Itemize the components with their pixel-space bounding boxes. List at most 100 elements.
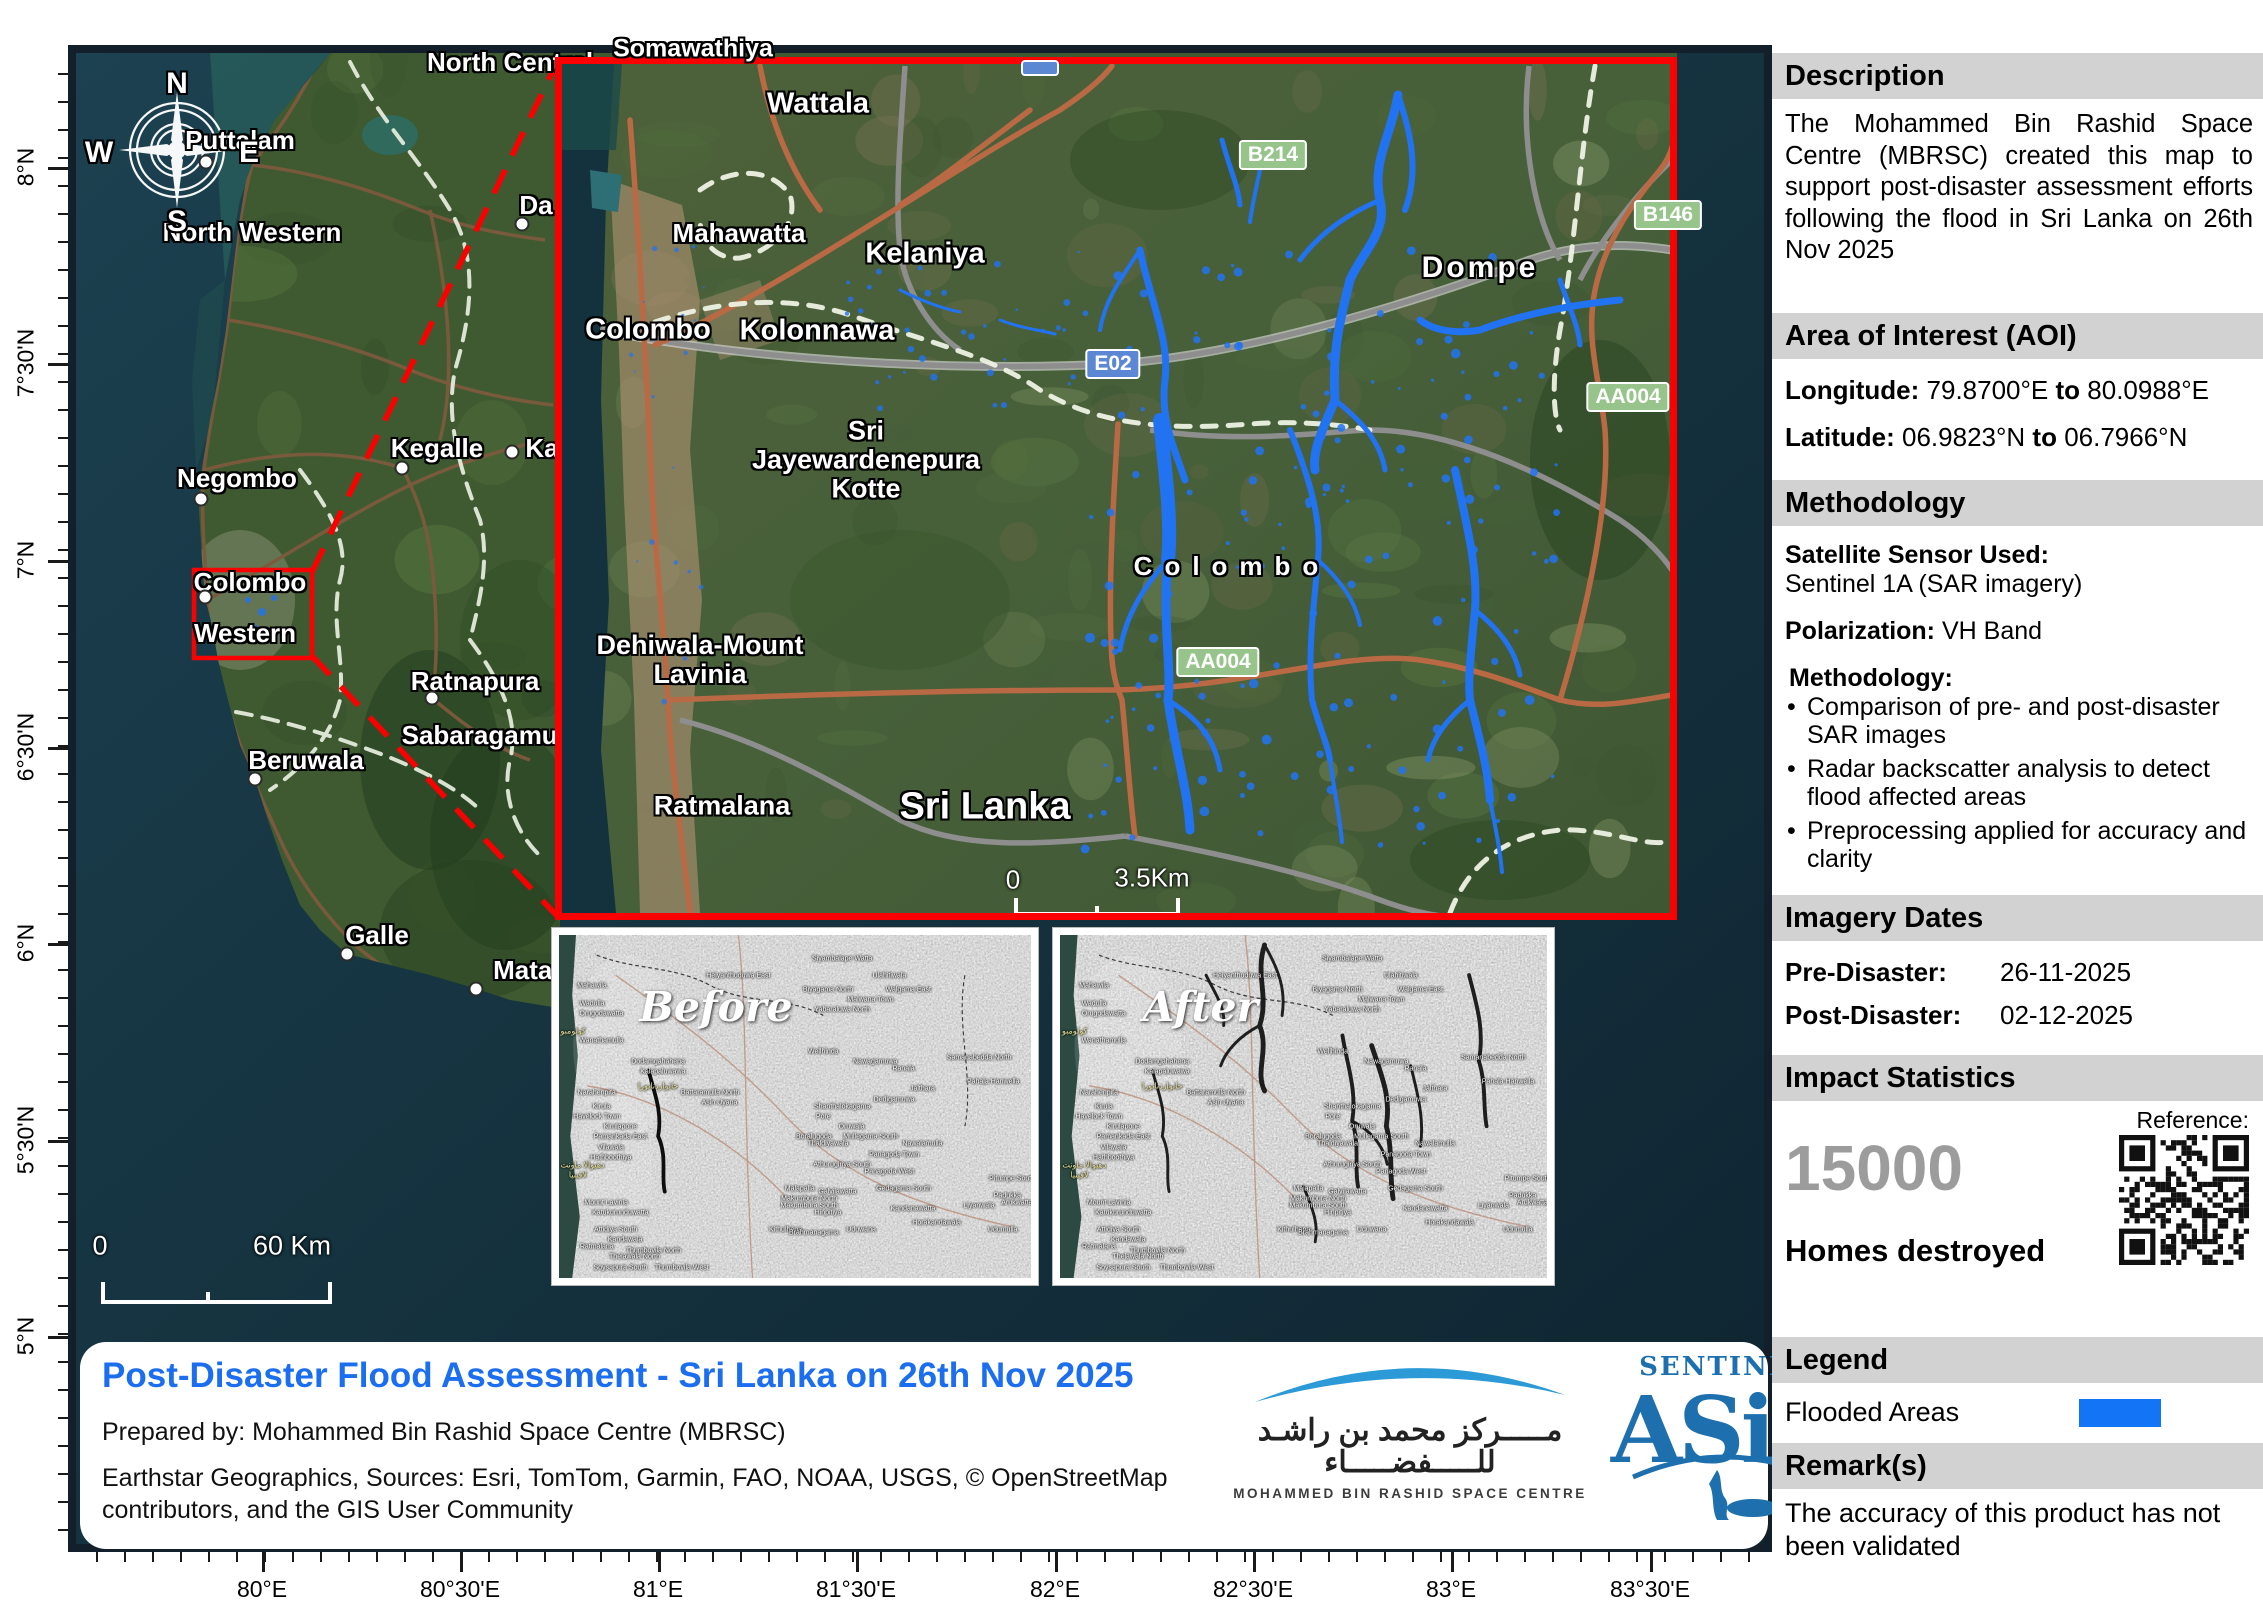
sar-place-label: Mahawila (577, 983, 607, 990)
minor-tick (516, 1552, 518, 1562)
method-label: Methodology: (1789, 664, 1953, 692)
sources-credit: Earthstar Geographics, Sources: Esri, To… (102, 1462, 1182, 1526)
sar-place-label: Battaramulla North (1187, 1089, 1245, 1096)
sar-place-label: Pore (1325, 1113, 1340, 1120)
remarks-header: Remark(s) (1772, 1443, 2263, 1489)
minor-tick (58, 101, 68, 103)
minor-tick (264, 1552, 266, 1562)
sar-place-label: Liyanwala (1478, 1202, 1509, 1209)
minor-tick (740, 1552, 742, 1562)
major-tick (1253, 1552, 1256, 1572)
mbrsc-arabic-line2: للـــــفضـــــاء (1230, 1447, 1590, 1479)
lon-tick-label: 82°E (1030, 1576, 1080, 1600)
minor-tick (58, 969, 68, 971)
minor-tick (600, 1552, 602, 1562)
sar-after-image: After MahawilaWadullaOrugodawattaHeiyant… (1053, 928, 1554, 1285)
sar-place-label: Mahawila (1079, 983, 1109, 990)
aoi-row: Latitude: 06.9823°N to 06.7966°N (1785, 422, 2253, 453)
sar-place-label: Asin Uyana (702, 1100, 738, 1107)
minor-tick (58, 941, 68, 943)
minor-tick (58, 661, 68, 663)
minor-tick (58, 129, 68, 131)
minor-tick (320, 1552, 322, 1562)
minor-tick (152, 1552, 154, 1562)
polarization-label: Polarization: (1785, 617, 1935, 645)
main-map-inset (555, 57, 1677, 920)
sar-place-label: Dodamgahahena (1135, 1058, 1189, 1065)
aoi-header: Area of Interest (AOI) (1772, 313, 2263, 359)
minor-tick (348, 1552, 350, 1562)
sar-place-label: Kirula (1095, 1103, 1113, 1110)
sar-place-label: Ratmalana (580, 1244, 614, 1251)
sar-place-label: Wellhinda (1317, 1048, 1348, 1055)
sar-place-label: Uduwana (846, 1226, 876, 1233)
sar-place-label: Nawagamuwa (853, 1058, 897, 1065)
minor-tick (1244, 1552, 1246, 1562)
minor-tick (684, 1552, 686, 1562)
minor-tick (1132, 1552, 1134, 1562)
info-sidebar: Description The Mohammed Bin Rashid Spac… (1772, 45, 2263, 1600)
lat-tick-label: 6°30'N (13, 713, 40, 782)
sar-place-label: Mullegama South (843, 1134, 897, 1141)
minor-tick (58, 1277, 68, 1279)
minor-tick (1664, 1552, 1666, 1562)
lon-tick-label: 80°E (237, 1576, 287, 1600)
major-tick (48, 1140, 68, 1143)
minor-tick (1356, 1552, 1358, 1562)
description-header: Description (1772, 53, 2263, 99)
prepared-by: Prepared by: Mohammed Bin Rashid Space C… (102, 1418, 786, 1447)
sar-place-label: Malwana Town (847, 997, 893, 1004)
sar-place-label: Arukwatta (1517, 1199, 1548, 1206)
sar-place-label: Thumbovila West (1160, 1264, 1214, 1271)
minor-tick (58, 633, 68, 635)
sar-place-label: Nawalamulla (1415, 1141, 1455, 1148)
sar-place-label: Kandanawatta (1403, 1206, 1448, 1213)
sar-place-label: Narahenpita (1080, 1089, 1118, 1096)
method-bullets: Comparison of pre- and post-disaster SAR… (1785, 693, 2253, 873)
minor-tick (824, 1552, 826, 1562)
sar-place-label: Panagoda West (1376, 1168, 1426, 1175)
minor-tick (1216, 1552, 1218, 1562)
lon-tick-label: 80°30'E (420, 1576, 500, 1600)
minor-tick (58, 717, 68, 719)
sar-place-label: Thaldiyawala (808, 1141, 849, 1148)
sar-place-label: Hinpitiya (815, 1209, 842, 1216)
sar-place-label: Wadulla (1082, 1000, 1107, 1007)
sar-place-label: Jalthara (1423, 1086, 1448, 1093)
minor-tick (880, 1552, 882, 1562)
legend-header: Legend (1772, 1337, 2263, 1383)
minor-tick (1440, 1552, 1442, 1562)
minor-tick (58, 1053, 68, 1055)
minor-tick (58, 1109, 68, 1111)
minor-tick (58, 1165, 68, 1167)
minor-tick (58, 549, 68, 551)
minor-tick (992, 1552, 994, 1562)
sar-place-label: Siyambalape Watta (812, 956, 872, 963)
mbrsc-latin: MOHAMMED BIN RASHID SPACE CENTRE (1230, 1486, 1590, 1501)
sar-place-label: Katukurunduwatta (1095, 1209, 1151, 1216)
impact-number: 15000 (1785, 1131, 2253, 1205)
sar-place-label: Pamankada East (1097, 1134, 1150, 1141)
legend-item: Flooded Areas (1785, 1397, 2253, 1428)
minor-tick (1580, 1552, 1582, 1562)
sar-place-label: Uduwana (1357, 1226, 1387, 1233)
minor-tick (58, 73, 68, 75)
sar-place-label: Wanathamulla (579, 1038, 624, 1045)
minor-tick (292, 1552, 294, 1562)
sar-place-label: Ranala (1404, 1065, 1426, 1072)
sar-place-label: Soysapura South (594, 1264, 648, 1271)
major-tick (48, 747, 68, 750)
sar-before-image: Before MahawilaWadullaOrugodawattaHeiyan… (552, 928, 1038, 1285)
minor-tick (1272, 1552, 1274, 1562)
minor-tick (58, 381, 68, 383)
minor-tick (1104, 1552, 1106, 1562)
minor-tick (58, 1249, 68, 1251)
sar-place-label: Pamankada East (594, 1134, 647, 1141)
methodology-header: Methodology (1772, 480, 2263, 526)
sar-place-label: Gedagama South (876, 1185, 931, 1192)
minor-tick (58, 1193, 68, 1195)
imagery-date-row: Post-Disaster:02-12-2025 (1785, 1000, 2253, 1031)
title-block: Post-Disaster Flood Assessment - Sri Lan… (80, 1342, 1768, 1549)
mbrsc-arabic-line1: مـــــركز محمد بن راشـد (1230, 1415, 1590, 1447)
minor-tick (58, 689, 68, 691)
